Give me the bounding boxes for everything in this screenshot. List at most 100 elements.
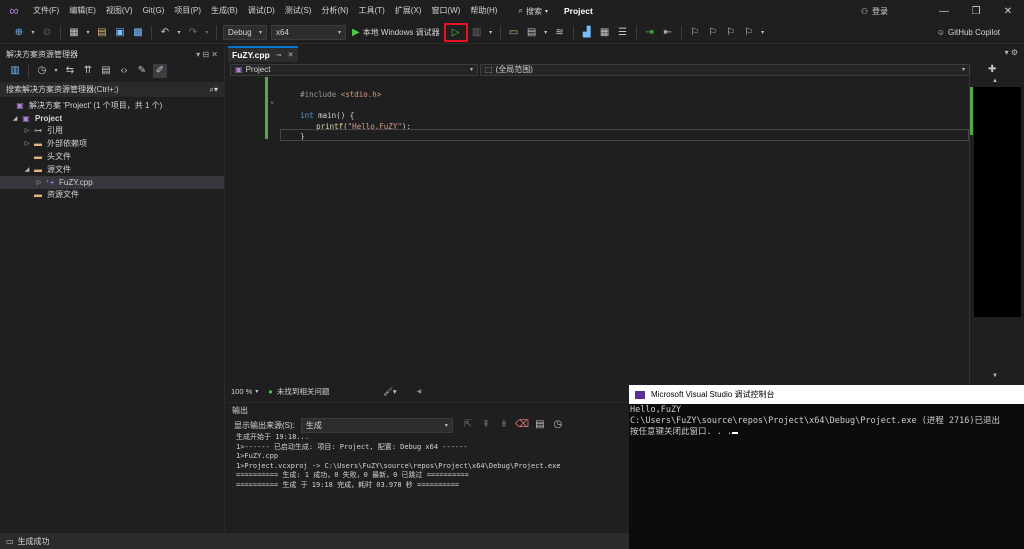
start-debugging-button[interactable]: ▶ 本地 Windows 调试器 bbox=[352, 27, 440, 38]
github-copilot-button[interactable]: ☺ GitHub Copilot bbox=[937, 28, 1000, 37]
code-line-4[interactable]: printf("Hello,FuZY"); bbox=[298, 109, 411, 131]
indent-icon[interactable]: ⇥ bbox=[643, 26, 657, 40]
restore-button[interactable]: ❐ bbox=[960, 6, 992, 17]
chevron-down-icon[interactable]: ▾ bbox=[204, 26, 210, 40]
find-message-icon[interactable]: ⇱ bbox=[461, 418, 475, 432]
fold-icon[interactable]: ⌄ bbox=[270, 97, 274, 105]
switch-views-icon[interactable]: ▥ bbox=[8, 64, 22, 78]
start-without-debugging-button[interactable]: ▷ bbox=[443, 23, 468, 42]
login-button[interactable]: ⚇ 登录 bbox=[861, 6, 888, 17]
clear-all-icon[interactable]: ⌫ bbox=[515, 418, 529, 432]
issues-label[interactable]: 未找到相关问题 bbox=[277, 386, 330, 397]
tree-item-header-files[interactable]: ▬ 头文件 bbox=[0, 150, 224, 163]
tool-window-icon[interactable]: ▭ bbox=[507, 26, 521, 40]
menu-help[interactable]: 帮助(H) bbox=[465, 0, 502, 22]
chevron-down-icon[interactable]: ▾ bbox=[255, 388, 258, 395]
collapse-arrow-icon[interactable]: ▷ bbox=[22, 127, 32, 134]
solution-search-input[interactable]: 搜索解决方案资源管理器(Ctrl+;) ⌕▾ bbox=[0, 82, 224, 97]
brush-icon[interactable]: 🖌▾ bbox=[383, 387, 396, 396]
nav-back-icon[interactable]: ⊕ bbox=[12, 26, 26, 40]
chevron-down-icon[interactable]: ▾ bbox=[85, 26, 91, 40]
minimap-view[interactable] bbox=[974, 87, 1021, 317]
output-source-dropdown[interactable]: 生成 ▾ bbox=[300, 417, 453, 433]
expand-arrow-icon[interactable]: ◢ bbox=[22, 166, 32, 173]
menu-tools[interactable]: 工具(T) bbox=[354, 0, 390, 22]
properties-icon[interactable]: ✎ bbox=[135, 64, 149, 78]
menu-extensions[interactable]: 扩展(X) bbox=[390, 0, 427, 22]
panel-controls[interactable]: ▾ ⊟ ✕ bbox=[196, 50, 218, 59]
undo-icon[interactable]: ↶ bbox=[158, 26, 172, 40]
save-icon[interactable]: ▣ bbox=[113, 26, 127, 40]
code-editor[interactable]: #include <stdio.h> ⌄ int main() { printf… bbox=[228, 77, 969, 381]
new-project-icon[interactable]: ▦ bbox=[67, 26, 81, 40]
debug-console-window[interactable]: Microsoft Visual Studio 调试控制台 Hello,FuZY… bbox=[629, 385, 1024, 549]
global-scope-dropdown[interactable]: ⬚ (全局范围) ▾ bbox=[480, 63, 970, 76]
outdent-icon[interactable]: ⇤ bbox=[661, 26, 675, 40]
project-scope-dropdown[interactable]: ▣ Project ▾ bbox=[230, 63, 478, 76]
scroll-up-icon[interactable]: ▲ bbox=[992, 78, 998, 84]
chevron-down-icon[interactable]: ▾ bbox=[53, 64, 59, 78]
configuration-dropdown[interactable]: Debug ▾ bbox=[223, 25, 267, 40]
menu-file[interactable]: 文件(F) bbox=[28, 0, 64, 22]
minimap[interactable]: ▲ ▼ bbox=[969, 77, 1024, 384]
scroll-left-icon[interactable]: ◀ bbox=[417, 388, 422, 395]
expand-arrow-icon[interactable]: ◢ bbox=[10, 115, 20, 122]
console-output[interactable]: Hello,FuZY C:\Users\FuZY\source\repos\Pr… bbox=[629, 404, 1024, 438]
tree-item-resource-files[interactable]: ▬ 资源文件 bbox=[0, 189, 224, 202]
close-button[interactable]: ✕ bbox=[992, 6, 1024, 17]
menu-git[interactable]: Git(G) bbox=[138, 0, 170, 22]
scroll-down-icon[interactable]: ▼ bbox=[992, 373, 998, 379]
debug-options-icon[interactable]: ▥ bbox=[470, 26, 484, 40]
comment-icon[interactable]: ☰ bbox=[616, 26, 630, 40]
bookmark-icon[interactable]: ⚐ bbox=[688, 26, 702, 40]
menu-edit[interactable]: 编辑(E) bbox=[64, 0, 101, 22]
code-view-icon[interactable]: ‹› bbox=[117, 64, 131, 78]
redo-icon[interactable]: ↷ bbox=[186, 26, 200, 40]
bookmark-prev-icon[interactable]: ⚐ bbox=[706, 26, 720, 40]
console-title-bar[interactable]: Microsoft Visual Studio 调试控制台 bbox=[629, 385, 1024, 404]
minimize-button[interactable]: — bbox=[928, 6, 960, 17]
zoom-level[interactable]: 100 % bbox=[231, 387, 252, 396]
sync-icon[interactable]: ⇆ bbox=[63, 64, 77, 78]
tab-options-icon[interactable]: ▾ ⚙ bbox=[1005, 48, 1018, 57]
tree-item-project[interactable]: ◢ ▣ Project bbox=[0, 112, 224, 125]
word-wrap-icon[interactable]: ▤ bbox=[533, 418, 547, 432]
collapse-arrow-icon[interactable]: ▷ bbox=[22, 140, 32, 147]
next-message-icon[interactable]: ⇟ bbox=[497, 418, 511, 432]
bookmark-clear-icon[interactable]: ⚐ bbox=[742, 26, 756, 40]
open-folder-icon[interactable]: ▤ bbox=[95, 26, 109, 40]
tab-fuzy-cpp[interactable]: FuZY.cpp ⊸ ✕ bbox=[228, 46, 298, 62]
tree-item-references[interactable]: ▷ ⊶ 引用 bbox=[0, 125, 224, 138]
timestamp-icon[interactable]: ◷ bbox=[551, 418, 565, 432]
format-icon[interactable]: ▦ bbox=[598, 26, 612, 40]
chevron-down-icon[interactable]: ▾ bbox=[30, 26, 36, 40]
tree-item-source-files[interactable]: ◢ ▬ 源文件 bbox=[0, 163, 224, 176]
split-editor-icon[interactable]: ✚ bbox=[988, 64, 996, 75]
diagnostic-icon[interactable]: ▟ bbox=[580, 26, 594, 40]
tree-item-external-deps[interactable]: ▷ ▬ 外部依赖项 bbox=[0, 137, 224, 150]
output-text[interactable]: 生成开始于 19:18... 1>------ 已启动生成: 项目: Proje… bbox=[228, 433, 628, 491]
platform-dropdown[interactable]: x64 ▾ bbox=[271, 25, 346, 40]
close-icon[interactable]: ✕ bbox=[288, 51, 294, 59]
menu-test[interactable]: 测试(S) bbox=[280, 0, 317, 22]
prev-message-icon[interactable]: ⇞ bbox=[479, 418, 493, 432]
menu-window[interactable]: 窗口(W) bbox=[426, 0, 465, 22]
menu-project[interactable]: 项目(P) bbox=[169, 0, 206, 22]
tree-item-fuzy-cpp[interactable]: ▷ ⁺+ FuZY.cpp bbox=[0, 175, 224, 189]
code-line-1[interactable]: #include <stdio.h> bbox=[282, 77, 381, 99]
nav-forward-icon[interactable]: ⊙ bbox=[40, 26, 54, 40]
chevron-down-icon[interactable]: ▾ bbox=[176, 26, 182, 40]
bookmark-next-icon[interactable]: ⚐ bbox=[724, 26, 738, 40]
layout-icon[interactable]: ▤ bbox=[525, 26, 539, 40]
chevron-down-icon[interactable]: ▾ bbox=[760, 26, 766, 40]
history-icon[interactable]: ◷ bbox=[35, 64, 49, 78]
tree-item-solution[interactable]: ▣ 解决方案 'Project' (1 个项目，共 1 个) bbox=[0, 99, 224, 112]
menu-build[interactable]: 生成(B) bbox=[206, 0, 243, 22]
pin-icon[interactable]: ⊸ bbox=[276, 51, 282, 59]
chevron-down-icon[interactable]: ▾ bbox=[543, 26, 549, 40]
show-all-files-icon[interactable]: ▤ bbox=[99, 64, 113, 78]
menu-view[interactable]: 视图(V) bbox=[101, 0, 138, 22]
menu-debug[interactable]: 调试(D) bbox=[243, 0, 280, 22]
collapse-all-icon[interactable]: ⇈ bbox=[81, 64, 95, 78]
preview-icon[interactable]: ✐ bbox=[153, 64, 167, 78]
